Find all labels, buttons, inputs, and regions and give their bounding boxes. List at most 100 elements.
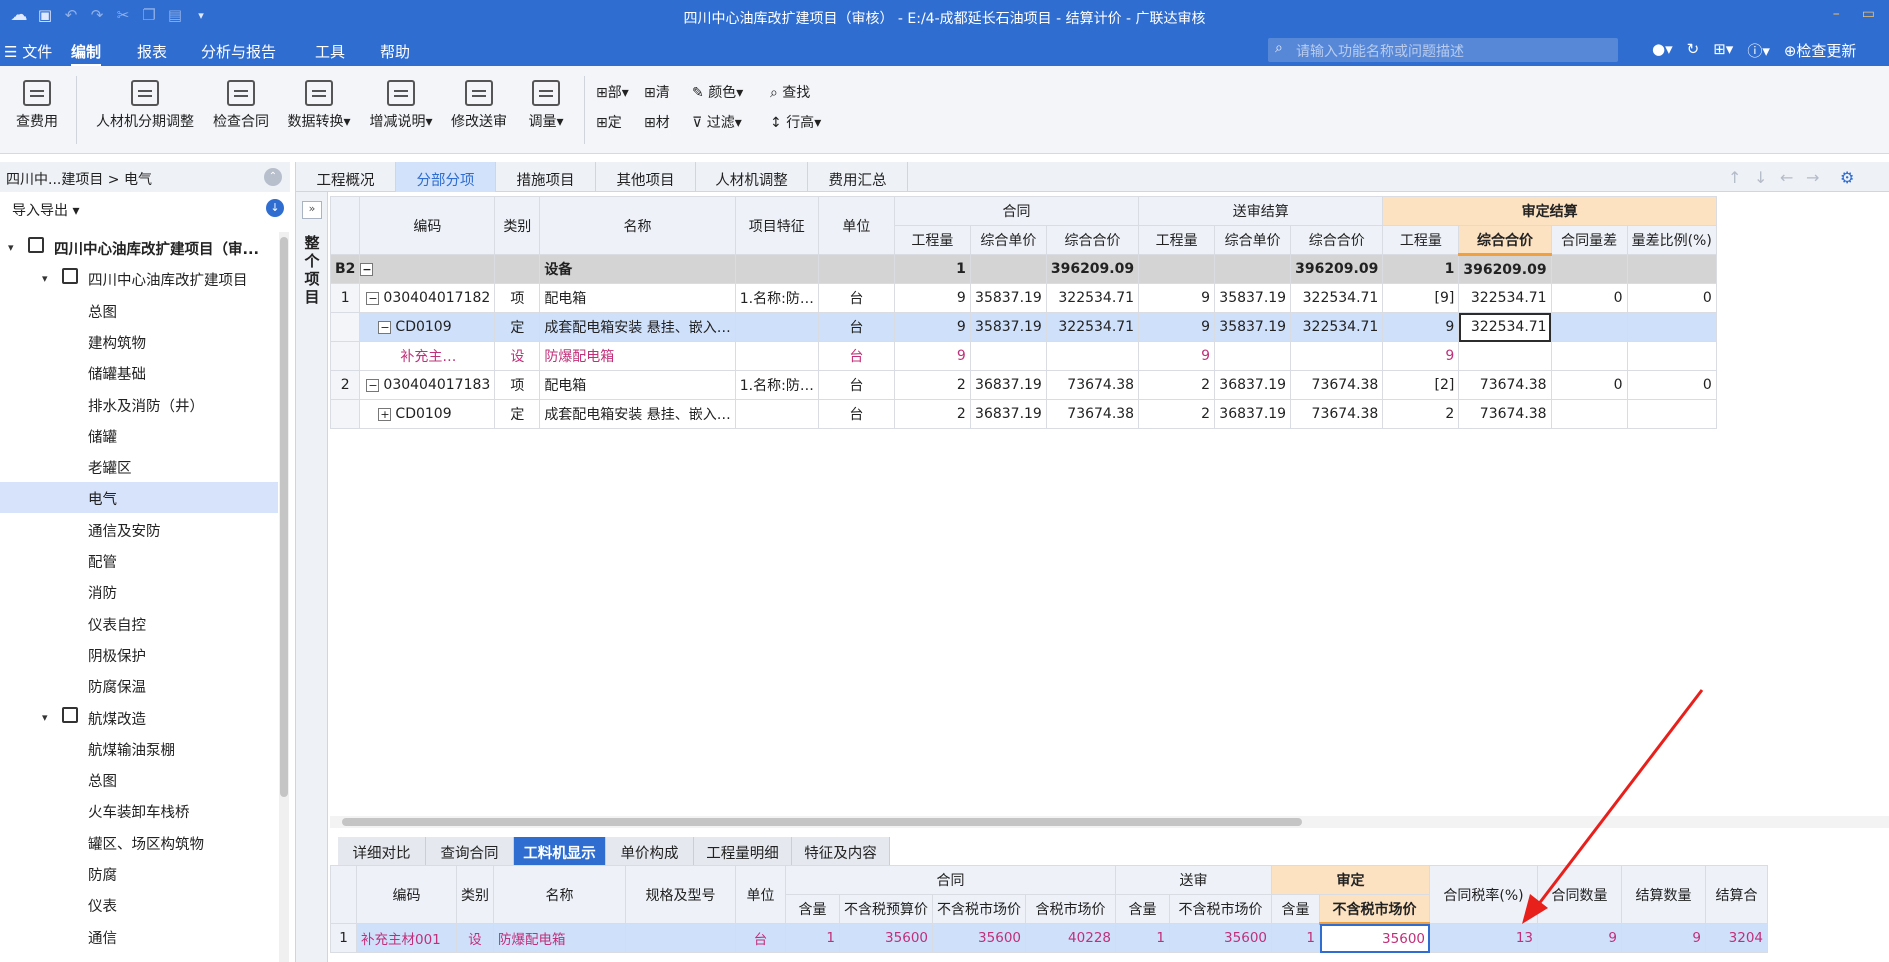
cell-feature[interactable]: 1.名称:防… (734, 370, 819, 400)
cell-c-tot[interactable]: 73674.38 (1045, 370, 1140, 400)
cell-s-up[interactable] (1214, 254, 1292, 284)
cell-submit-ex-market[interactable]: 35600 (1169, 923, 1272, 953)
cell-s-up[interactable]: 35837.19 (1214, 312, 1292, 342)
cell-unit[interactable]: 台 (817, 312, 895, 342)
cell-s-tot[interactable]: 322534.71 (1290, 283, 1384, 313)
cell-s-up[interactable] (1214, 341, 1292, 371)
cell-feature[interactable]: 1.名称:防… (734, 283, 819, 313)
cell-unit[interactable]: 台 (817, 370, 895, 400)
import-export-dropdown[interactable]: 导入导出 ▾ ↓ (0, 194, 290, 224)
cell-ratio[interactable]: 0 (1626, 283, 1717, 313)
cell-type[interactable]: 定 (494, 312, 541, 342)
restore-icon[interactable]: ▭ (1862, 6, 1875, 22)
cell-ratio[interactable] (1626, 254, 1717, 284)
cell-c-qty[interactable]: 9 (893, 283, 971, 313)
tree-item[interactable]: 罐区、场区构筑物 (0, 827, 278, 858)
tab-measures[interactable]: 措施项目 (496, 162, 596, 192)
col-header-contract-unit-price[interactable]: 综合单价 (969, 225, 1047, 255)
tree-item[interactable]: 总图 (0, 764, 278, 795)
tab-fee-summary[interactable]: 费用汇总 (808, 162, 908, 192)
tree-item[interactable]: 储罐 (0, 420, 278, 451)
chevron-down-icon[interactable]: ▾ (42, 711, 48, 724)
collapse-icon[interactable]: ⌃ (264, 168, 282, 186)
tab-overview[interactable]: 工程概况 (296, 162, 396, 192)
cell-s-tot[interactable]: 73674.38 (1290, 370, 1384, 400)
cell-s-up[interactable]: 35837.19 (1214, 283, 1292, 313)
table-row[interactable]: 补充主… 设防爆配电箱台 9 9 9 (329, 341, 1717, 371)
cell-feature[interactable] (734, 341, 819, 371)
cell-a-tot[interactable]: 73674.38 (1458, 399, 1552, 429)
cell-code[interactable]: −030404017182 (359, 283, 496, 313)
tree-scrollbar[interactable] (279, 232, 289, 962)
cell-c-qty[interactable]: 1 (893, 254, 971, 284)
col-header-submit-ex-market[interactable]: 不含税市场价 (1169, 894, 1272, 924)
col-header-tax-rate[interactable]: 合同税率(%) (1429, 865, 1538, 924)
tab-material-display[interactable]: 工料机显示 (514, 837, 606, 865)
cell-ratio[interactable] (1626, 399, 1717, 429)
cell-s-qty[interactable] (1138, 254, 1216, 284)
cell-type[interactable] (494, 254, 541, 284)
cell-s-qty[interactable]: 2 (1138, 370, 1216, 400)
cell-ratio[interactable]: 0 (1626, 370, 1717, 400)
col-header-approved-ex-market[interactable]: 不含税市场价 (1319, 894, 1430, 925)
help-icon[interactable]: ⓘ▾ (1747, 40, 1770, 61)
cell-c-tot[interactable]: 322534.71 (1045, 283, 1140, 313)
cell-unit[interactable]: 台 (817, 283, 895, 313)
cell-contract-ex-budget[interactable]: 35600 (839, 923, 933, 953)
minimize-icon[interactable]: – (1833, 6, 1840, 22)
col-header-type[interactable]: 类别 (456, 865, 494, 924)
apps-icon[interactable]: ⊞▾ (1713, 40, 1733, 61)
cell-c-up[interactable] (969, 341, 1047, 371)
data-convert-button[interactable]: 数据转换▾ (282, 80, 356, 131)
cell-name[interactable]: 成套配电箱安装 悬挂、嵌入… (539, 312, 736, 342)
cell-s-qty[interactable]: 9 (1138, 283, 1216, 313)
cell-s-tot[interactable]: 73674.38 (1290, 399, 1384, 429)
cell-c-up[interactable]: 36837.19 (969, 370, 1047, 400)
cell-name[interactable]: 配电箱 (539, 283, 736, 313)
arrow-down-icon[interactable]: ↓ (1754, 168, 1767, 187)
function-search-input[interactable]: ⌕ 请输入功能名称或问题描述 (1268, 38, 1618, 62)
chevron-down-icon[interactable]: ▾ (42, 272, 48, 285)
tree-item[interactable]: 排水及消防（井） (0, 389, 278, 420)
menu-report[interactable]: 报表 (137, 41, 167, 62)
period-adjust-button[interactable]: 人材机分期调整 (90, 80, 200, 131)
cell-type[interactable]: 设 (456, 923, 494, 953)
tree-item[interactable]: ▾ 航煤改造 (0, 702, 278, 733)
tree-item[interactable]: 防腐 (0, 858, 278, 889)
col-header-in-market[interactable]: 含税市场价 (1025, 894, 1116, 924)
section-button[interactable]: ⊞部▾ (596, 82, 629, 102)
table-row[interactable]: 1−030404017182 项配电箱 1.名称:防… 台 9 35837.19 32253… (329, 283, 1717, 313)
cell-diff[interactable]: 0 (1550, 283, 1628, 313)
col-header-type[interactable]: 类别 (494, 196, 541, 255)
cell-a-tot[interactable] (1458, 341, 1552, 371)
menu-file[interactable]: ☰ 文件 (4, 41, 52, 62)
cell-code[interactable]: − CD0109 (359, 312, 496, 342)
tree-item[interactable]: 航煤输油泵棚 (0, 733, 278, 764)
settings-icon[interactable]: ⚙ (1840, 168, 1854, 187)
table-row[interactable]: 2−030404017183 项配电箱 1.名称:防… 台 2 36837.19 73674… (329, 370, 1717, 400)
cell-c-up[interactable]: 35837.19 (969, 283, 1047, 313)
cell-name[interactable]: 配电箱 (539, 370, 736, 400)
quota-button[interactable]: ⊞定 (596, 112, 622, 132)
col-header-settle-count[interactable]: 结算数量 (1621, 865, 1706, 924)
col-header-code[interactable]: 编码 (359, 196, 496, 255)
tree-item[interactable]: 阴极保护 (0, 639, 278, 670)
cell-contract-ex-market[interactable]: 35600 (932, 923, 1026, 953)
collapse-row-icon[interactable]: − (366, 378, 380, 392)
cell-s-tot[interactable]: 396209.09 (1290, 254, 1384, 284)
arrow-up-icon[interactable]: ↑ (1728, 168, 1741, 187)
change-note-button[interactable]: 增减说明▾ (364, 80, 438, 131)
table-row[interactable]: + CD0109 定成套配电箱安装 悬挂、嵌入… 台 2 36837.19 73674.38… (329, 399, 1717, 429)
col-header-feature[interactable]: 项目特征 (734, 196, 819, 255)
col-header-approved-qty[interactable]: 工程量 (1382, 225, 1460, 255)
col-header-ex-market[interactable]: 不含税市场价 (932, 894, 1026, 924)
menu-analysis[interactable]: 分析与报告 (201, 41, 276, 62)
cell-name[interactable]: 设备 (539, 254, 736, 284)
col-header-code[interactable]: 编码 (356, 865, 457, 924)
cell-c-tot[interactable]: 396209.09 (1045, 254, 1140, 284)
cell-s-qty[interactable]: 2 (1138, 399, 1216, 429)
cell-a-qty[interactable]: 9 (1382, 341, 1460, 371)
cell-approved-ex-market-input[interactable]: 35600 (1319, 923, 1430, 953)
cell-approved-content[interactable]: 1 (1271, 923, 1320, 953)
table-row[interactable]: − CD0109 定成套配电箱安装 悬挂、嵌入… 台 9 35837.19 322534.7… (329, 312, 1717, 342)
